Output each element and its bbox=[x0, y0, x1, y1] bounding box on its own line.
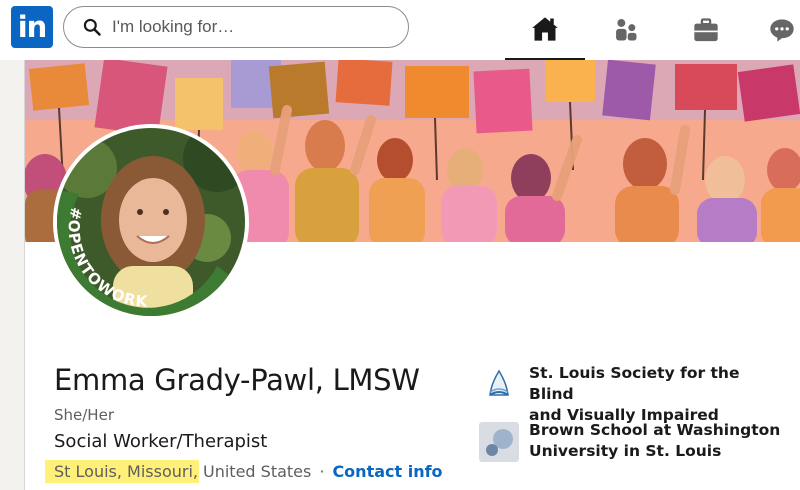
profile-photo-image: #OPENTOWORK bbox=[57, 128, 245, 316]
profile-card: #OPENTOWORK Emma Grady-Pawl, LMSW She/He… bbox=[24, 60, 800, 490]
search-input[interactable] bbox=[112, 17, 392, 37]
contact-info-link[interactable]: Contact info bbox=[332, 462, 442, 481]
profile-photo[interactable]: #OPENTOWORK bbox=[53, 124, 249, 320]
headline: Social Worker/Therapist bbox=[54, 431, 268, 452]
nav-home[interactable] bbox=[505, 0, 585, 60]
jobs-icon bbox=[694, 18, 718, 42]
messaging-icon bbox=[770, 19, 794, 42]
sls-blind-logo-icon bbox=[479, 365, 519, 405]
nav-my-network[interactable] bbox=[586, 0, 666, 60]
nav-jobs[interactable] bbox=[666, 0, 746, 60]
org-name-line2: University in St. Louis bbox=[529, 442, 722, 460]
org-name-line1: Brown School at Washington bbox=[529, 421, 781, 439]
search-icon bbox=[83, 18, 101, 36]
location-country: United States bbox=[203, 461, 312, 481]
home-icon bbox=[532, 17, 558, 41]
linkedin-logo[interactable]: in bbox=[11, 6, 53, 48]
global-nav: in bbox=[0, 0, 800, 60]
org-education[interactable]: Brown School at Washington University in… bbox=[479, 420, 789, 462]
location-line: St Louis, Missouri, United States · Cont… bbox=[45, 457, 443, 485]
profile-name: Emma Grady-Pawl, LMSW bbox=[54, 363, 420, 397]
school-logo-icon bbox=[479, 422, 519, 462]
my-network-icon bbox=[616, 19, 637, 41]
org-current-employer[interactable]: St. Louis Society for the Blind and Visu… bbox=[479, 363, 789, 426]
profile-page: in I'm looking for… #OPENTOWORK Emma Gra… bbox=[0, 0, 800, 490]
page-background bbox=[0, 60, 24, 490]
search-box[interactable] bbox=[63, 6, 409, 48]
separator-dot: · bbox=[319, 461, 325, 481]
location-city-highlighted: St Louis, Missouri, bbox=[45, 459, 199, 483]
pronouns: She/Her bbox=[54, 406, 114, 424]
org-name-line1: St. Louis Society for the Blind bbox=[529, 364, 740, 403]
nav-messaging[interactable] bbox=[748, 0, 800, 60]
